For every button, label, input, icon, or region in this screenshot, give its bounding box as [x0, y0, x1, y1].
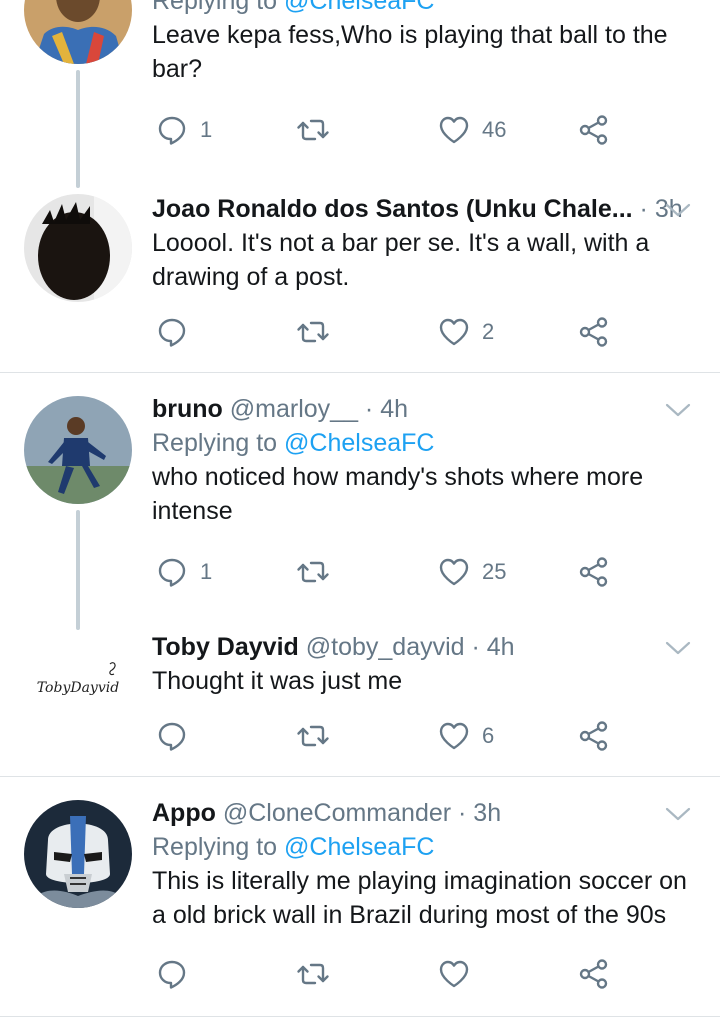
timestamp[interactable]: 4h [380, 395, 408, 423]
tweet-text: Leave kepa fess,Who is playing that ball… [152, 21, 668, 83]
display-name[interactable]: Appo [152, 799, 216, 827]
retweet-button[interactable] [296, 954, 330, 994]
mention-link[interactable]: @ChelseaFC [284, 429, 434, 457]
reply-icon [156, 316, 188, 348]
retweet-icon [296, 316, 330, 348]
replying-to: Replying to @ChelseaFC [152, 0, 696, 18]
like-icon [438, 556, 470, 588]
like-button[interactable]: 46 [438, 110, 506, 150]
timestamp[interactable]: 4h [487, 633, 515, 661]
tweet[interactable]: Joao Ronaldo dos Santos (Unku Chale... ·… [0, 192, 720, 372]
tweet[interactable]: Appo @CloneCommander · 3h Replying to @C… [0, 796, 720, 1020]
thread-line [76, 510, 80, 630]
like-count: 6 [482, 723, 495, 748]
share-button[interactable] [578, 312, 610, 352]
retweet-button[interactable] [296, 552, 330, 592]
mention-link[interactable]: @ChelseaFC [284, 833, 434, 861]
reply-icon [156, 720, 188, 752]
like-button[interactable]: 25 [438, 552, 506, 592]
divider [0, 1016, 720, 1017]
replying-to: Replying to @ChelseaFC [152, 833, 435, 861]
share-icon [578, 316, 610, 348]
handle[interactable]: @marloy__ [230, 395, 358, 423]
reply-count: 1 [200, 559, 213, 584]
tweet-header: Toby Dayvid @toby_dayvid · 4h [152, 630, 696, 664]
divider [0, 372, 720, 373]
tweet[interactable]: bruno @marloy__ · 4h Replying to @Chelse… [0, 392, 720, 630]
tweet-header: Joao Ronaldo dos Santos (Unku Chale... ·… [152, 192, 696, 226]
avatar[interactable] [24, 396, 132, 504]
avatar-signature: TobyDayvid [37, 680, 119, 696]
caret-down-icon[interactable] [664, 400, 692, 420]
avatar[interactable] [24, 800, 132, 908]
retweet-button[interactable] [296, 312, 330, 352]
tweet-text: Looool. It's not a bar per se. It's a wa… [152, 229, 650, 291]
replying-to: Replying to @ChelseaFC [152, 429, 435, 457]
like-count: 2 [482, 319, 495, 344]
reply-button[interactable]: 1 [156, 110, 212, 150]
share-icon [578, 720, 610, 752]
share-button[interactable] [578, 716, 610, 756]
tweet-text: This is literally me playing imagination… [152, 867, 687, 929]
reply-button[interactable]: 1 [156, 552, 212, 592]
mention-link[interactable]: @ChelseaFC [284, 0, 434, 15]
reply-icon [156, 114, 188, 146]
like-count: 46 [482, 117, 507, 142]
avatar[interactable] [24, 194, 132, 302]
thread-line [76, 70, 80, 188]
caret-down-icon[interactable] [664, 638, 692, 658]
retweet-icon [296, 720, 330, 752]
like-icon [438, 958, 470, 990]
like-count: 25 [482, 559, 507, 584]
like-button[interactable]: 6 [438, 716, 494, 756]
avatar[interactable] [24, 0, 132, 64]
reply-button[interactable] [156, 954, 188, 994]
display-name[interactable]: Toby Dayvid [152, 633, 299, 661]
retweet-button[interactable] [296, 716, 330, 756]
like-icon [438, 316, 470, 348]
caret-down-icon[interactable] [664, 804, 692, 824]
timestamp[interactable]: 3h [473, 799, 501, 827]
share-button[interactable] [578, 110, 610, 150]
tweet[interactable]: Replying to @ChelseaFC Leave kepa fess,W… [0, 0, 720, 190]
tweet[interactable]: TobyDayvid Toby Dayvid @toby_dayvid · 4h… [0, 630, 720, 775]
like-button[interactable] [438, 954, 470, 994]
reply-button[interactable] [156, 716, 188, 756]
retweet-icon [296, 556, 330, 588]
avatar[interactable]: TobyDayvid [24, 630, 132, 738]
like-icon [438, 114, 470, 146]
reply-icon [156, 556, 188, 588]
divider [0, 776, 720, 777]
share-icon [578, 556, 610, 588]
like-button[interactable]: 2 [438, 312, 494, 352]
caret-down-icon[interactable] [664, 200, 692, 220]
tweet-header: bruno @marloy__ · 4h [152, 392, 696, 426]
handle[interactable]: @toby_dayvid [306, 633, 465, 661]
handle[interactable]: @CloneCommander [223, 799, 451, 827]
reply-count: 1 [200, 117, 213, 142]
retweet-icon [296, 114, 330, 146]
tweet-text: Thought it was just me [152, 667, 403, 695]
like-icon [438, 720, 470, 752]
reply-button[interactable] [156, 312, 188, 352]
retweet-button[interactable] [296, 110, 330, 150]
display-name[interactable]: Joao Ronaldo dos Santos (Unku Chale... [152, 195, 633, 223]
display-name[interactable]: bruno [152, 395, 223, 423]
reply-icon [156, 958, 188, 990]
share-button[interactable] [578, 954, 610, 994]
share-icon [578, 958, 610, 990]
retweet-icon [296, 958, 330, 990]
tweet-text: who noticed how mandy's shots where more… [152, 463, 644, 525]
share-button[interactable] [578, 552, 610, 592]
tweet-header: Appo @CloneCommander · 3h [152, 796, 696, 830]
share-icon [578, 114, 610, 146]
